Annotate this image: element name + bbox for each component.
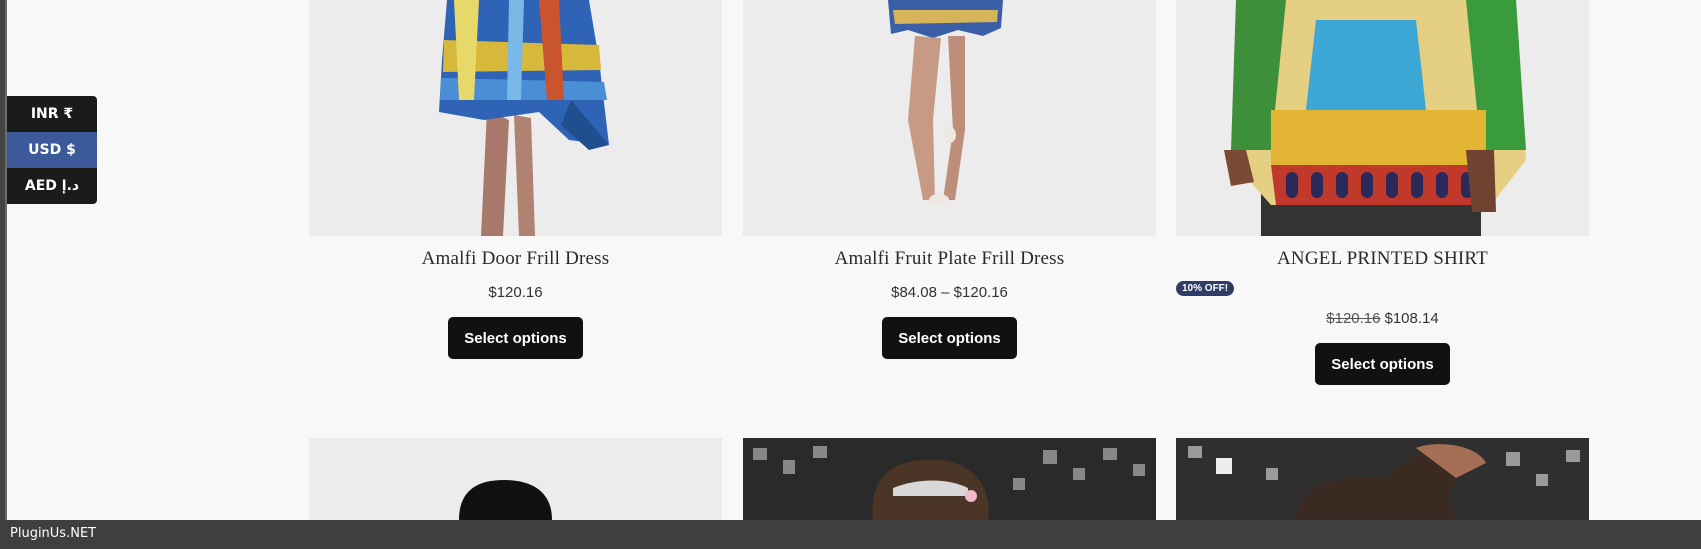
product-card: [743, 438, 1156, 520]
product-card: ANGEL PRINTED SHIRT 10% OFF! $120.16 $108…: [1176, 0, 1589, 385]
product-image[interactable]: [743, 0, 1156, 236]
product-title[interactable]: Amalfi Door Frill Dress: [309, 248, 722, 270]
window-left-edge: [0, 0, 7, 549]
currency-aed[interactable]: AED د.إ: [7, 168, 97, 204]
product-title[interactable]: ANGEL PRINTED SHIRT: [1176, 248, 1589, 270]
sale-price: $108.14: [1384, 310, 1439, 327]
product-card: Amalfi Fruit Plate Frill Dress $84.08 – …: [743, 0, 1156, 359]
product-card: [1176, 438, 1589, 520]
product-price: $84.08 – $120.16: [891, 284, 1008, 301]
product-card: Amalfi Door Frill Dress $120.16 Select o…: [309, 0, 722, 359]
product-image[interactable]: [1176, 438, 1589, 520]
currency-switcher: INR ₹ USD $ AED د.إ: [7, 96, 97, 204]
select-options-button[interactable]: Select options: [1315, 343, 1450, 385]
select-options-button[interactable]: Select options: [448, 317, 583, 359]
product-image[interactable]: [309, 0, 722, 236]
sale-badge: 10% OFF!: [1176, 281, 1235, 296]
original-price: $120.16: [1326, 310, 1381, 327]
product-price: $120.16: [488, 284, 543, 301]
product-image[interactable]: [743, 438, 1156, 520]
currency-usd[interactable]: USD $: [7, 132, 97, 168]
select-options-button[interactable]: Select options: [882, 317, 1017, 359]
product-title[interactable]: Amalfi Fruit Plate Frill Dress: [743, 248, 1156, 270]
product-price: $120.16 $108.14: [1176, 310, 1589, 327]
product-image[interactable]: [309, 438, 722, 520]
footer-bar: PluginUs.NET: [0, 520, 1701, 549]
currency-inr[interactable]: INR ₹: [7, 96, 97, 132]
product-card: [309, 438, 722, 520]
product-image[interactable]: [1176, 0, 1589, 236]
footer-brand[interactable]: PluginUs.NET: [10, 526, 96, 541]
